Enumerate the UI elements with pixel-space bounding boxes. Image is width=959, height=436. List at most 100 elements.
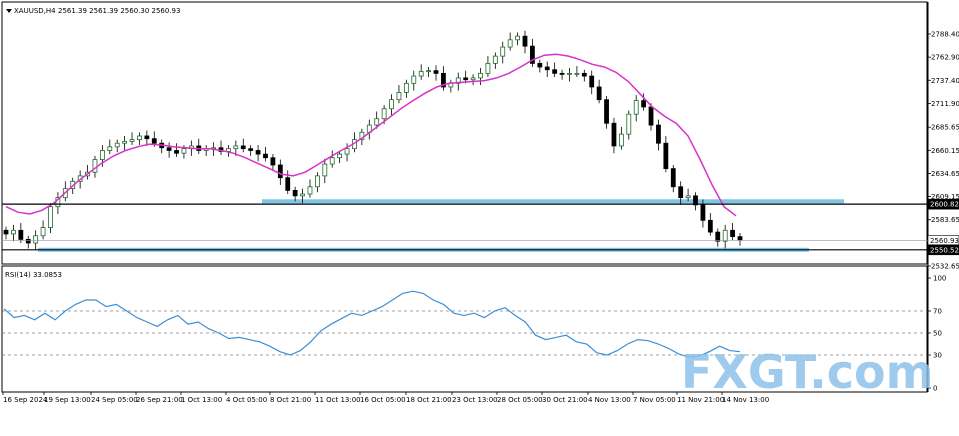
price-tick-label: 2583.65 xyxy=(931,216,959,224)
time-tick-label: 19 Sep 13:00 xyxy=(44,396,91,404)
candle-body xyxy=(433,70,439,74)
time-tick-label: 7 Nov 05:00 xyxy=(633,396,676,404)
candle-body xyxy=(693,195,698,206)
price-tick-label: 2660.15 xyxy=(931,147,959,155)
candle-body xyxy=(166,147,172,151)
candle-body xyxy=(114,142,120,148)
candle-body xyxy=(277,164,283,179)
candle-body xyxy=(48,206,53,228)
candle-body xyxy=(337,153,343,159)
candle-body xyxy=(99,150,105,160)
candle-body xyxy=(381,108,387,120)
candle-body xyxy=(707,219,713,233)
price-tick-label: 2532.65 xyxy=(931,263,959,271)
candle-body xyxy=(411,75,417,84)
candle-body xyxy=(678,186,684,199)
candle-body xyxy=(730,229,735,238)
candle-body xyxy=(663,142,669,170)
candle-body xyxy=(174,150,179,154)
chart-canvas: 2788.40 2762.90 2737.40 2711.90 2685.65 2660.… xyxy=(1,1,959,404)
candle-body xyxy=(722,229,728,242)
candle-body xyxy=(604,99,609,124)
candle-body xyxy=(107,146,113,151)
time-tick-label: 8 Oct 21:00 xyxy=(270,396,311,404)
candle-body xyxy=(574,72,580,75)
candle-body xyxy=(552,69,558,74)
candle-body xyxy=(500,46,506,57)
candle-body xyxy=(567,72,572,75)
candle-body xyxy=(11,229,16,235)
candle-body xyxy=(122,141,128,144)
candle-body xyxy=(492,55,498,64)
candle-body xyxy=(255,150,261,155)
time-tick-label: 11 Oct 13:00 xyxy=(315,396,361,404)
candle-body xyxy=(611,122,617,147)
time-tick-label: 16 Sep 2024 xyxy=(3,396,48,404)
chart: 2788.40 2762.90 2737.40 2711.90 2685.65 2660.… xyxy=(0,0,959,436)
price-tick-label: 2634.65 xyxy=(931,170,959,178)
rsi-tick-label: 0 xyxy=(933,385,937,393)
candle-body xyxy=(18,229,24,240)
price-panel-frame xyxy=(1,1,928,265)
candle-body xyxy=(3,229,9,235)
time-tick-label: 23 Oct 13:00 xyxy=(452,396,498,404)
candle-body xyxy=(25,238,31,244)
candle-body xyxy=(300,193,305,197)
candle-body xyxy=(92,159,98,173)
candle-body xyxy=(33,235,39,244)
upper-support-zone xyxy=(262,199,844,204)
candle-body xyxy=(374,118,380,126)
fxgt-watermark: FXGT.com xyxy=(681,345,934,399)
rsi-tick-label: 50 xyxy=(933,330,942,338)
candle-body xyxy=(544,66,550,71)
rsi-tick-label: 100 xyxy=(933,275,946,283)
candle-body xyxy=(285,177,291,191)
candle-body xyxy=(463,77,469,81)
candle-body xyxy=(596,86,602,101)
candle-body xyxy=(322,163,328,177)
candle-body xyxy=(522,35,528,47)
candle-body xyxy=(670,168,676,188)
time-tick-label: 26 Sep 21:00 xyxy=(136,396,183,404)
candle-body xyxy=(515,35,520,41)
candle-body xyxy=(329,157,335,165)
candle-body xyxy=(248,148,254,151)
time-tick-label: 16 Oct 05:00 xyxy=(360,396,406,404)
candle-body xyxy=(263,153,268,159)
candle-body xyxy=(700,204,706,221)
candle-body xyxy=(314,175,320,188)
candle-body xyxy=(581,72,587,77)
candle-body xyxy=(292,189,298,197)
time-tick-label: 1 Oct 13:00 xyxy=(181,396,222,404)
candle-body xyxy=(478,72,483,79)
candle-body xyxy=(344,148,350,155)
symbol-label: XAUUSD,H4 xyxy=(14,7,56,15)
candle-body xyxy=(137,135,142,140)
time-tick-label: 18 Oct 21:00 xyxy=(406,396,452,404)
candle-body xyxy=(618,133,624,147)
candle-body xyxy=(396,92,402,101)
ohlc-readout: 2561.39 2561.39 2560.30 2560.93 xyxy=(58,7,180,15)
candle-body xyxy=(426,70,432,73)
candle-body xyxy=(307,186,313,195)
candle-body xyxy=(626,113,632,135)
candle-body xyxy=(40,227,46,237)
candle-body xyxy=(715,231,721,242)
candle-body xyxy=(181,148,187,154)
price-tag-label: 2550.52 xyxy=(930,246,959,254)
candle-body xyxy=(685,195,691,199)
rsi-tick-label: 30 xyxy=(933,352,942,360)
candle-body xyxy=(633,100,639,115)
candle-body xyxy=(389,99,394,110)
candle-body xyxy=(648,106,654,126)
time-tick-label: 30 Oct 21:00 xyxy=(542,396,588,404)
candle-body xyxy=(233,145,239,150)
candle-body xyxy=(240,145,246,150)
price-tick-label: 2788.40 xyxy=(931,31,959,39)
rsi-tick-label: 70 xyxy=(933,308,942,316)
candle-body xyxy=(403,82,409,93)
time-tick-label: 24 Sep 05:00 xyxy=(91,396,138,404)
candle-body xyxy=(537,62,543,68)
rsi-label: RSI(14) 33.0853 xyxy=(5,271,62,279)
candle-body xyxy=(470,77,476,81)
